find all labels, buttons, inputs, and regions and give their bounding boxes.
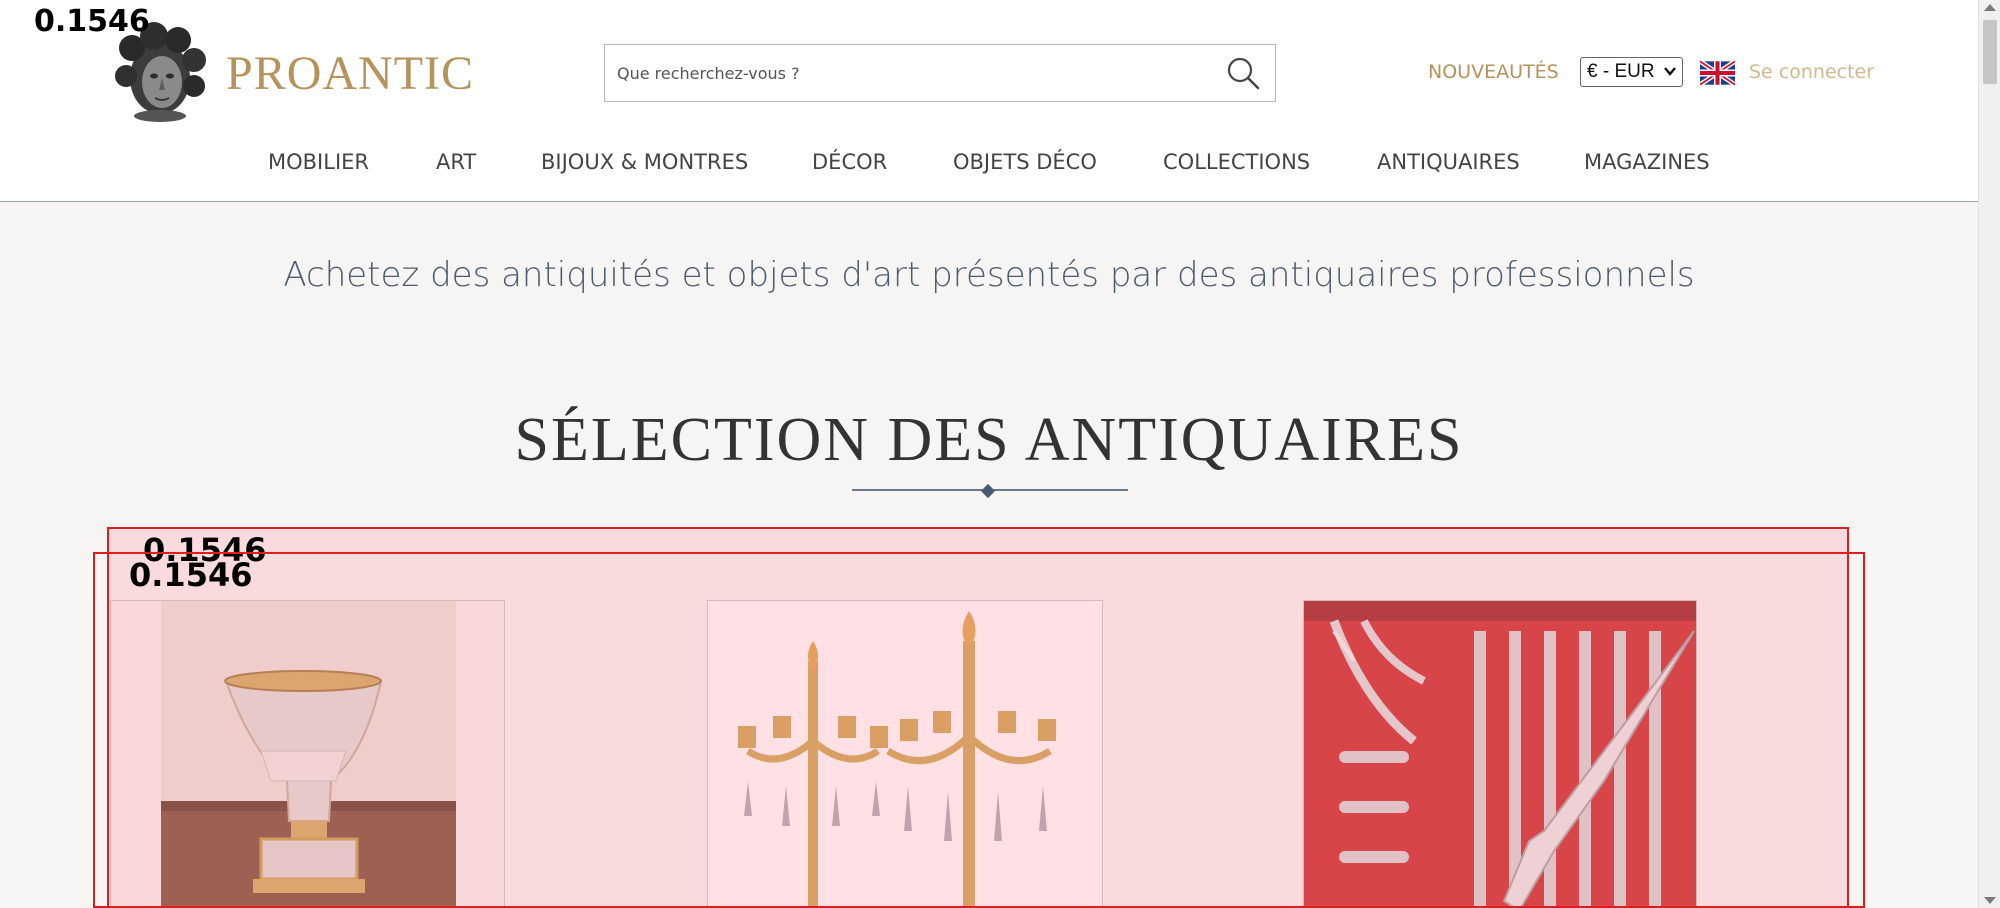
score-label-2: 0.1546 xyxy=(129,556,253,594)
scrollbar-thumb[interactable] xyxy=(1983,20,1997,84)
nav-item-objets-deco[interactable]: OBJETS DÉCO xyxy=(953,150,1097,174)
search-bar xyxy=(604,44,1276,102)
search-input[interactable] xyxy=(605,45,1205,101)
chevron-down-icon xyxy=(1663,63,1677,79)
nav-item-magazines[interactable]: MAGAZINES xyxy=(1584,150,1710,174)
page-scrollbar[interactable] xyxy=(1978,0,2000,908)
detection-box-2: 0.1546 xyxy=(93,552,1865,908)
login-link[interactable]: Se connecter xyxy=(1749,61,1874,83)
search-icon[interactable] xyxy=(1225,55,1261,91)
nav-item-bijoux-montres[interactable]: BIJOUX & MONTRES xyxy=(541,150,748,174)
scroll-up-arrow-icon[interactable] xyxy=(1984,4,1996,11)
scroll-down-arrow-icon[interactable] xyxy=(1984,897,1996,904)
currency-select[interactable]: € - EUR xyxy=(1580,57,1683,87)
nav-item-mobilier[interactable]: MOBILIER xyxy=(268,150,369,174)
uk-flag-icon[interactable] xyxy=(1698,59,1737,87)
site-header: PROANTIC NOUVEAUTÉS € - EUR Se connecter… xyxy=(0,0,1978,202)
score-label-corner: 0.1546 xyxy=(34,4,150,39)
tagline: Achetez des antiquités et objets d'art p… xyxy=(283,255,1695,295)
diamond-icon xyxy=(980,483,996,499)
brand-logo-text[interactable]: PROANTIC xyxy=(226,46,474,101)
nav-item-decor[interactable]: DÉCOR xyxy=(812,150,887,174)
nav-item-collections[interactable]: COLLECTIONS xyxy=(1163,150,1310,174)
nouveautes-link[interactable]: NOUVEAUTÉS xyxy=(1428,61,1559,83)
section-title: SÉLECTION DES ANTIQUAIRES xyxy=(514,406,1464,474)
main-nav: MOBILIER ART BIJOUX & MONTRES DÉCOR OBJE… xyxy=(0,150,1978,180)
currency-value: € - EUR xyxy=(1587,61,1655,82)
nav-item-art[interactable]: ART xyxy=(436,150,476,174)
nav-item-antiquaires[interactable]: ANTIQUAIRES xyxy=(1377,150,1520,174)
